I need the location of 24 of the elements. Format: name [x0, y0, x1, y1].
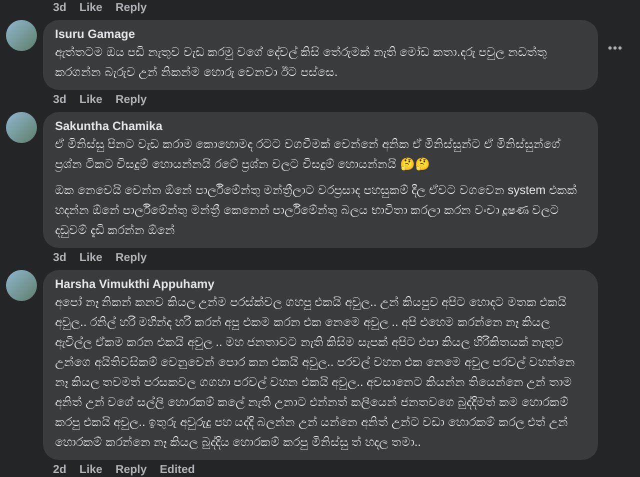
comment-action-link[interactable]: Reply	[115, 250, 147, 266]
comment-action-link[interactable]: Like	[79, 0, 102, 16]
comment-time[interactable]: 3d	[53, 0, 66, 16]
comment-text: ඇත්තටම ඔය පඩි නැතුව වැඩ කරමු වගේ දේවල් කිසි තේරුමක් නැති මෝඩ කතා.දරු පවුල නඩත්තු කරගන්න බැරුව උන් නිකන්ම හොරු වෙනවා ඊට පස්සෙ.	[55, 44, 548, 81]
comment-action-link[interactable]: Like	[79, 250, 102, 266]
comment-action-link[interactable]: Reply	[115, 92, 147, 108]
comment-time[interactable]: 3d	[53, 250, 66, 266]
comment-text: අපෝ නෑ නිකන් කනව කියල උන්ම පරස්ක්වල ගහපු එකයි අවුල.. උන් කියපුව අපිට හොදට මතක එකයි අවුල.. රනිල් හරි මහින්ද හරි කරන් අපු එකම කරන එක නෙමෙ අවුල .. අපි එහෙම කරන්නෙ නෑ කියල ඇවිල්ල ඒකම කරන එකයි අවුල .. මහ ජනතාවට නැති කිසිම සැපක් අපිට එපා කියල හිරිකිතයක් නැතුව උන්ගෙ අයිතිවසිකම් වෙනුවෙන් පොර කන එකයි අවුල.. පරවල් වහන එක නෙමෙ අවුල පරවල් වහන්නෙ නෑ කියල තවමත් පරසකවල ගගහා පරවල් වහන එකයි අවුල.. අවසානෙට කියන්න තියෙන්නෙ උන් තාම අනිත් උන් වගේ සල්ලි හොරකම් කලේ නැති උනාට එන්නත් කලියෙන් ජනතවගෙ බුද්දිමත් කම හොරකම් කරපු එකයි අවුල.. ඉතුරු අවුරුදු පහ යද්දි බලන්න උන් යන්නෙ අනිත් උන්ට වඩා හොරකම් කරල එත් උන් හොරකම් කරන්නෙ නෑ කියල බුද්දිය හොරකම් කරපු මිනිස්සු ත් හදල තමා..	[55, 294, 576, 452]
edited-label: Edited	[160, 463, 195, 477]
author-name[interactable]: Sakuntha Chamika	[55, 118, 586, 134]
author-name[interactable]: Harsha Vimukthi Appuhamy	[55, 276, 586, 292]
comment-time[interactable]: 2d	[53, 462, 66, 477]
avatar-photo-placeholder[interactable]	[6, 20, 37, 51]
avatar-photo-placeholder[interactable]	[6, 112, 37, 143]
comment-action-link[interactable]: Reply	[115, 0, 147, 16]
comment-text: ඒ මිනිස්සු පිනට වැඩ කරාම කොහොමද රටට වගවීමක් වෙන්නේ අනික ඒ මිනිස්සුන්ට ඒ මිනිස්සුන්ගේ ප්‍රශ්න ටිකට විසදුම් හොයන්නයි රටේ ප්‍රශ්න වලට විසදුම් හොයන්නයි 🤔🤔	[55, 136, 562, 174]
comment-text: ඔක නෙවෙයි වෙන්න ඕනේ පාර්ලිමේන්තු මන්ත්‍රීලාට වරප්‍රසාද පහසුකම් දීල ඒවට වගවෙන system එකක් හදන්න ඕනේ පාර්ලිමේන්තු මන්ත්‍රී කෙනෙන් පාර්ලිමේන්තු බලය භාවිතා කරලා කරන වංචා දූෂණ වලට දඩුවම් දැඩි කරන්න ඕනේ	[55, 182, 578, 240]
comment-action-link[interactable]: Reply	[115, 462, 147, 477]
comment-time[interactable]: 3d	[53, 92, 66, 108]
more-options-icon[interactable]	[608, 46, 622, 50]
comment-action-link[interactable]: Like	[79, 462, 102, 477]
comment-action-link[interactable]: Like	[79, 92, 102, 108]
author-name[interactable]: Isuru Gamage	[55, 26, 586, 42]
avatar-photo-placeholder[interactable]	[6, 270, 37, 301]
